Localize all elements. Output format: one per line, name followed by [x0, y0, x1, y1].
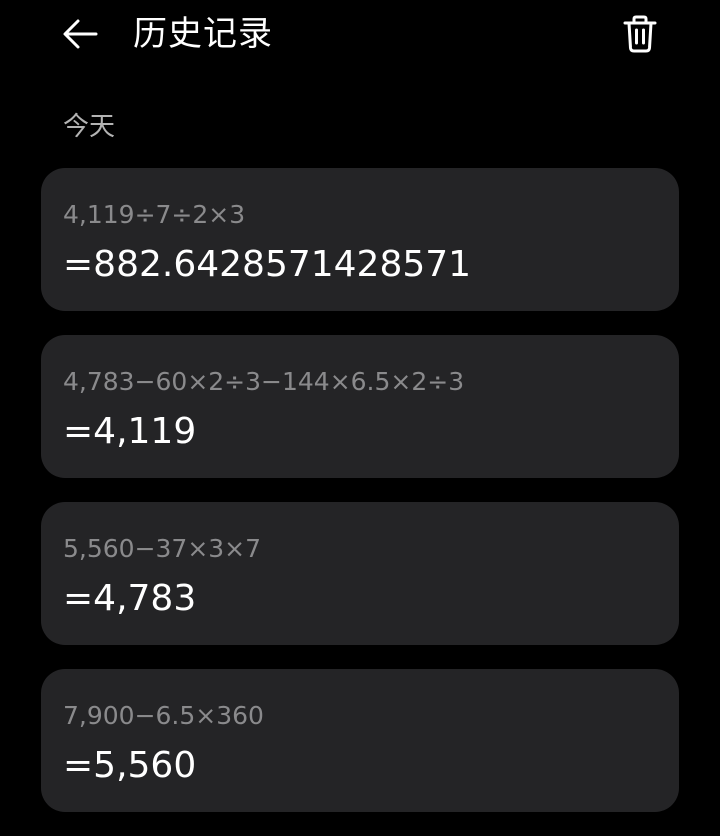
history-expression: 5,560−37×3×7: [63, 534, 262, 563]
history-expression: 7,900−6.5×360: [63, 701, 264, 730]
history-result: =882.6428571428571: [63, 244, 472, 285]
history-item[interactable]: 4,119÷7÷2×3 =882.6428571428571: [41, 168, 679, 311]
trash-icon: [623, 15, 657, 53]
history-result: =5,560: [63, 745, 197, 786]
history-result: =4,783: [63, 578, 197, 619]
clear-history-button[interactable]: [614, 8, 666, 60]
history-expression: 4,783−60×2÷3−144×6.5×2÷3: [63, 367, 465, 396]
history-item[interactable]: 4,783−60×2÷3−144×6.5×2÷3 =4,119: [41, 335, 679, 478]
history-item[interactable]: 7,900−6.5×360 =5,560: [41, 669, 679, 812]
section-date-label: 今天: [63, 112, 116, 142]
back-button[interactable]: [56, 10, 104, 58]
page-title: 历史记录: [133, 14, 273, 54]
history-result: =4,119: [63, 411, 197, 452]
history-item[interactable]: 5,560−37×3×7 =4,783: [41, 502, 679, 645]
arrow-left-icon: [63, 19, 98, 49]
history-list: 4,119÷7÷2×3 =882.6428571428571 4,783−60×…: [41, 168, 679, 836]
app-header: 历史记录: [0, 0, 720, 70]
history-expression: 4,119÷7÷2×3: [63, 200, 246, 229]
